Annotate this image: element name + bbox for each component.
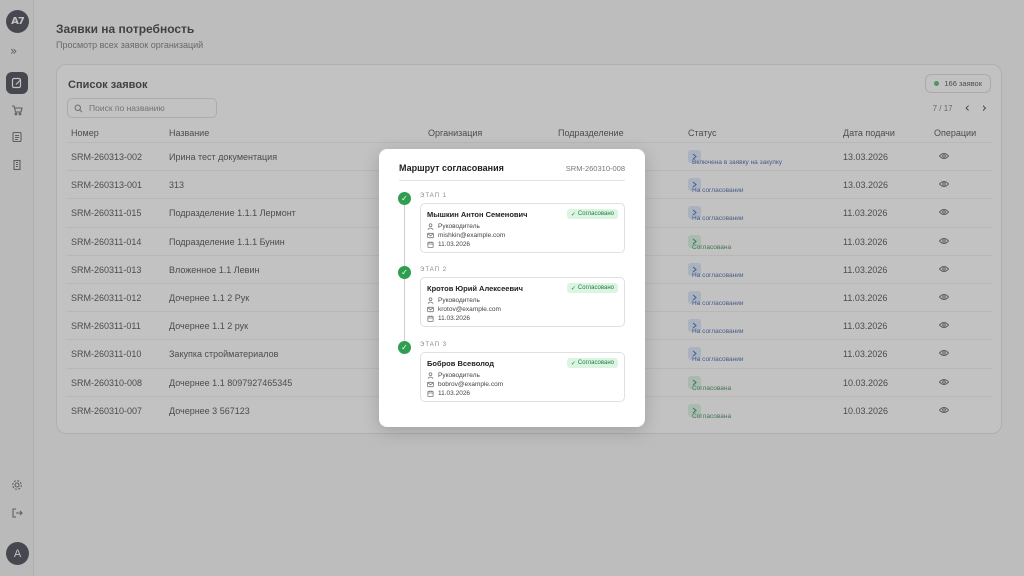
approver-card: Кротов Юрий Алексеевич ✓ Согласовано Руково… [420,277,625,327]
approver-date: 11.03.2026 [427,390,470,397]
calendar-icon [427,315,434,322]
check-icon: ✓ [570,360,576,367]
stage-label: ЭТАП 3 [420,342,448,348]
approver-name: Кротов Юрий Алексеевич [427,284,524,293]
approver-name: Бобров Всеволод [427,359,495,368]
approver-email-label: mishkin@example.com [438,232,506,239]
mail-icon [427,232,434,239]
approval-badge: ✓ Согласовано [566,358,618,368]
approver-date-label: 11.03.2026 [438,315,471,322]
approval-route-modal: Маршрут согласования SRM-260310-008 ✓ ЭТА… [379,149,645,427]
approver-role-label: Руководитель [438,372,480,379]
approver-role: Руководитель [427,372,480,379]
approver-email: krotov@example.com [427,306,501,313]
approver-email: bobrov@example.com [427,381,503,388]
approver-name: Мышкин Антон Семенович [427,210,528,219]
approver-email: mishkin@example.com [427,232,505,239]
check-circle-icon: ✓ [398,192,411,205]
calendar-icon [427,390,434,397]
calendar-icon [427,241,434,248]
modal-divider [399,180,625,181]
approver-role: Руководитель [427,297,480,304]
approver-card: Бобров Всеволод ✓ Согласовано Руководитель b… [420,352,625,402]
approval-badge-label: Согласовано [577,360,614,366]
person-icon [427,297,434,304]
modal-title: Маршрут согласования [399,163,504,173]
check-circle-icon: ✓ [398,266,411,279]
approver-role-label: Руководитель [438,223,480,230]
approver-email-label: bobrov@example.com [438,381,504,388]
approver-role-label: Руководитель [438,297,480,304]
person-icon [427,372,434,379]
approver-date-label: 11.03.2026 [438,390,471,397]
person-icon [427,223,434,230]
stage-label: ЭТАП 2 [420,267,448,273]
approval-badge-label: Согласовано [577,211,614,217]
modal-request-id: SRM-260310-008 [565,164,625,173]
approver-date: 11.03.2026 [427,315,470,322]
check-circle-icon: ✓ [398,341,411,354]
approver-card: Мышкин Антон Семенович ✓ Согласовано Руково… [420,203,625,253]
check-icon: ✓ [570,285,576,292]
approval-badge: ✓ Согласовано [566,209,618,219]
approval-badge-label: Согласовано [577,285,614,291]
mail-icon [427,381,434,388]
mail-icon [427,306,434,313]
stage-label: ЭТАП 1 [420,193,448,199]
approver-date-label: 11.03.2026 [438,241,471,248]
approval-badge: ✓ Согласовано [566,283,618,293]
approver-email-label: krotov@example.com [438,306,501,313]
approver-role: Руководитель [427,223,480,230]
check-icon: ✓ [570,211,576,218]
approver-date: 11.03.2026 [427,241,470,248]
